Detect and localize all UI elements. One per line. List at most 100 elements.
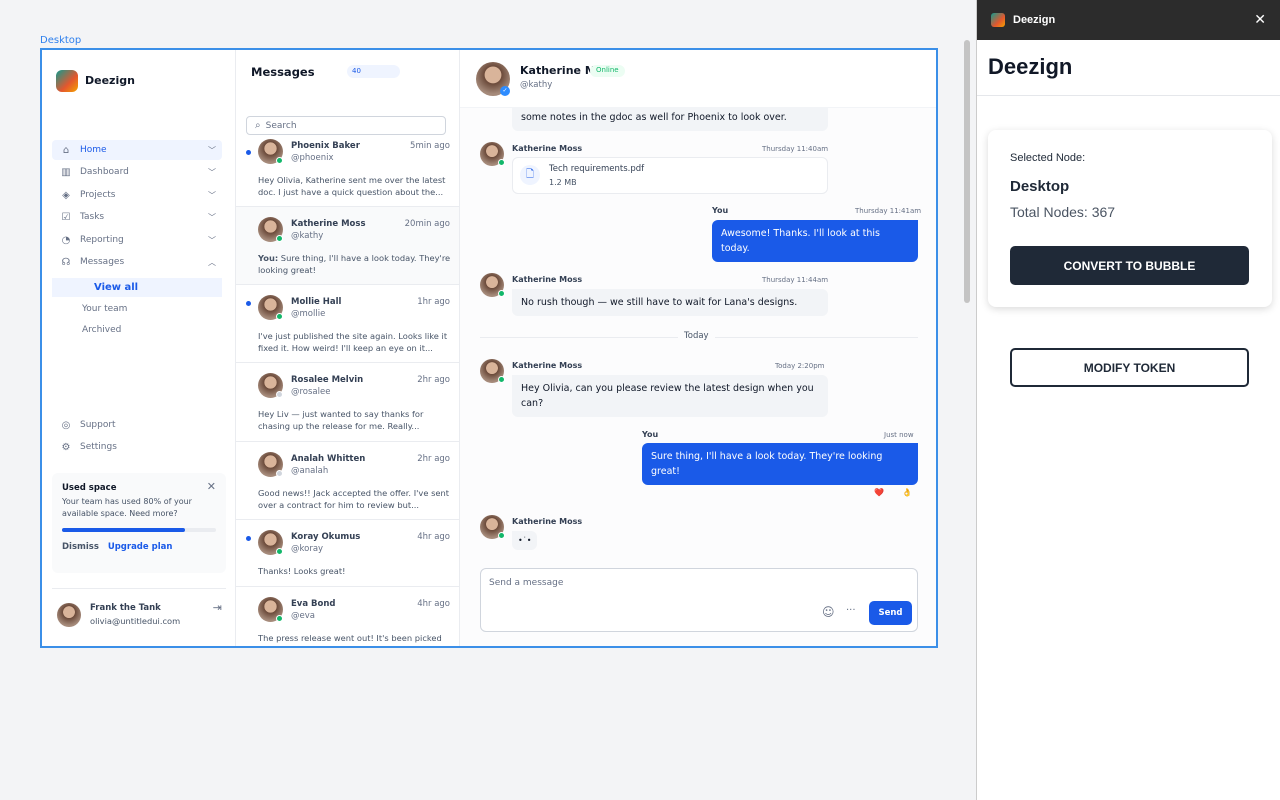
- conversation-name: Phoenix Baker: [291, 141, 360, 151]
- search-input[interactable]: ⌕ Search: [246, 116, 446, 135]
- canvas-scrollbar[interactable]: [964, 40, 970, 303]
- frame-label[interactable]: Desktop: [40, 35, 81, 46]
- conversation-item[interactable]: Phoenix Baker @phoenix 5min ago Hey Oliv…: [236, 137, 459, 207]
- message-bubble: Hey Olivia, can you please review the la…: [512, 375, 828, 417]
- close-icon[interactable]: ✕: [1254, 12, 1266, 28]
- conversation-preview: Good news!! Jack accepted the offer. I'v…: [258, 488, 450, 510]
- conversation-item[interactable]: Mollie Hall @mollie 1hr ago I've just pu…: [236, 285, 459, 363]
- conversation-item[interactable]: Koray Okumus @koray 4hr ago Thanks! Look…: [236, 520, 459, 587]
- message-bubble: Sure thing, I'll have a look today. They…: [642, 443, 918, 485]
- sidebar-item-support[interactable]: ◎ Support: [52, 415, 222, 435]
- file-size: 1.2 MB: [549, 178, 577, 187]
- file-name: Tech requirements.pdf: [549, 164, 645, 174]
- timestamp: Thursday 11:44am: [762, 276, 829, 284]
- home-icon: ⌂: [62, 144, 70, 156]
- send-button[interactable]: Send: [869, 601, 912, 625]
- file-attachment[interactable]: 🗋 Tech requirements.pdf 1.2 MB: [512, 157, 828, 194]
- unread-dot: [246, 536, 251, 541]
- conversation-handle: @kathy: [291, 231, 324, 241]
- user-name: Frank the Tank: [90, 603, 161, 613]
- conversation-list: Messages 40 Phoenix Baker @phoenix 5min …: [236, 50, 460, 646]
- conversation-time: 2hr ago: [417, 375, 450, 385]
- chevron-down-icon: ﹀: [208, 212, 216, 222]
- conversation-handle: @mollie: [291, 309, 326, 319]
- message-composer[interactable]: Send a message ☺ ··· Send: [480, 568, 918, 632]
- conversation-item[interactable]: Eva Bond @eva 4hr ago The press release …: [236, 587, 459, 646]
- conversation-time: 20min ago: [404, 219, 450, 229]
- file-icon: 🗋: [520, 165, 540, 185]
- conversation-handle: @analah: [291, 466, 329, 476]
- conversation-name: Rosalee Melvin: [291, 375, 364, 385]
- verified-icon: ✓: [500, 86, 510, 96]
- sidebar-item-home[interactable]: ⌂ Home ﹀: [52, 140, 222, 160]
- presence-dot: [276, 615, 283, 622]
- modify-token-button[interactable]: MODIFY TOKEN: [1010, 348, 1249, 387]
- sidebar-item-projects[interactable]: ◈ Projects ﹀: [52, 185, 222, 205]
- sender-name: You: [712, 206, 729, 215]
- gear-icon: ⚙: [61, 441, 71, 453]
- conversation-item[interactable]: Katherine Moss @kathy 20min ago You: Sur…: [236, 207, 459, 285]
- conversation-time: 4hr ago: [417, 532, 450, 542]
- subnav-view-all[interactable]: View all: [52, 278, 222, 297]
- used-space-card: ✕ Used space Your team has used 80% of y…: [52, 473, 226, 573]
- conversation-item[interactable]: Rosalee Melvin @rosalee 2hr ago Hey Liv …: [236, 363, 459, 442]
- card-text: Your team has used 80% of your available…: [62, 497, 192, 518]
- user-profile[interactable]: Frank the Tank olivia@untitledui.com ⇥: [52, 588, 226, 627]
- convert-to-bubble-button[interactable]: CONVERT TO BUBBLE: [1010, 246, 1249, 285]
- subnav-your-team[interactable]: Your team: [52, 299, 222, 318]
- conversation-preview: You: Sure thing, I'll have a look today.…: [258, 253, 451, 275]
- presence-dot: [276, 391, 283, 398]
- tasks-icon: ☑: [61, 211, 71, 223]
- sidebar-item-label: Messages: [80, 257, 125, 267]
- desktop-frame[interactable]: Deezign ⌂ Home ﹀ ▥ Dashboard ﹀ ◈ Projects ﹀ ☑ Task…: [40, 48, 938, 648]
- presence-dot: [276, 470, 283, 477]
- sidebar: Deezign ⌂ Home ﹀ ▥ Dashboard ﹀ ◈ Projects ﹀ ☑ Task…: [42, 50, 236, 646]
- subnav-archived[interactable]: Archived: [52, 320, 222, 339]
- sender-name: Katherine Moss: [512, 144, 583, 153]
- dismiss-button[interactable]: Dismiss: [62, 542, 99, 552]
- sidebar-item-tasks[interactable]: ☑ Tasks ﹀: [52, 207, 222, 227]
- conversation-preview: I've just published the site again. Look…: [258, 331, 448, 353]
- upgrade-plan-button[interactable]: Upgrade plan: [108, 542, 173, 552]
- heart-reaction[interactable]: ❤️: [874, 488, 884, 497]
- timestamp: Today 2:20pm: [775, 362, 825, 370]
- chevron-up-icon: ︿: [208, 257, 216, 267]
- sidebar-item-label: Dashboard: [80, 167, 129, 177]
- timestamp: Thursday 11:41am: [855, 207, 922, 215]
- conversation-preview: Hey Liv — just wanted to say thanks for …: [258, 409, 424, 431]
- usage-progress: [62, 528, 216, 532]
- message-input[interactable]: Send a message: [489, 578, 563, 588]
- logo: [56, 70, 78, 92]
- more-icon[interactable]: ···: [846, 605, 856, 616]
- brand-name: Deezign: [85, 74, 135, 87]
- sidebar-item-label: Home: [80, 145, 107, 155]
- date-divider-label: Today: [678, 331, 715, 341]
- user-email: olivia@untitledui.com: [90, 616, 181, 626]
- conversation-preview: Hey Olivia, Katherine sent me over the l…: [258, 175, 446, 197]
- typing-indicator: •˙•: [512, 531, 538, 550]
- unread-dot: [246, 150, 251, 155]
- emoji-icon[interactable]: ☺: [822, 605, 835, 619]
- conversation-name: Koray Okumus: [291, 532, 361, 542]
- conversation-handle: @eva: [291, 611, 315, 621]
- sidebar-item-messages[interactable]: ☊ Messages ︿: [52, 252, 222, 272]
- presence-dot: [276, 235, 283, 242]
- ok-hand-reaction[interactable]: 👌: [902, 488, 912, 497]
- message-bubble: Awesome! Thanks. I'll look at this today…: [712, 220, 918, 262]
- chevron-down-icon: ﹀: [208, 167, 216, 177]
- online-badge: Online: [590, 65, 625, 77]
- total-nodes: Total Nodes: 367: [1010, 204, 1116, 220]
- sidebar-item-dashboard[interactable]: ▥ Dashboard ﹀: [52, 162, 222, 182]
- sidebar-item-settings[interactable]: ⚙ Settings: [52, 437, 222, 457]
- conversation-handle: @rosalee: [291, 387, 331, 397]
- sender-name: Katherine Moss: [512, 275, 583, 284]
- logout-icon[interactable]: ⇥: [213, 601, 222, 614]
- sidebar-item-label: Reporting: [80, 235, 124, 245]
- plugin-panel: Deezign ✕ Deezign Selected Node: Desktop…: [976, 0, 1280, 800]
- close-icon[interactable]: ✕: [207, 480, 216, 493]
- conversation-item[interactable]: Analah Whitten @analah 2hr ago Good news…: [236, 442, 459, 520]
- sidebar-item-reporting[interactable]: ◔ Reporting ﹀: [52, 230, 222, 250]
- messages-icon: ☊: [61, 256, 71, 268]
- plugin-window-title: Deezign: [1013, 14, 1056, 26]
- selected-node-card: Selected Node: Desktop Total Nodes: 367 …: [988, 130, 1272, 307]
